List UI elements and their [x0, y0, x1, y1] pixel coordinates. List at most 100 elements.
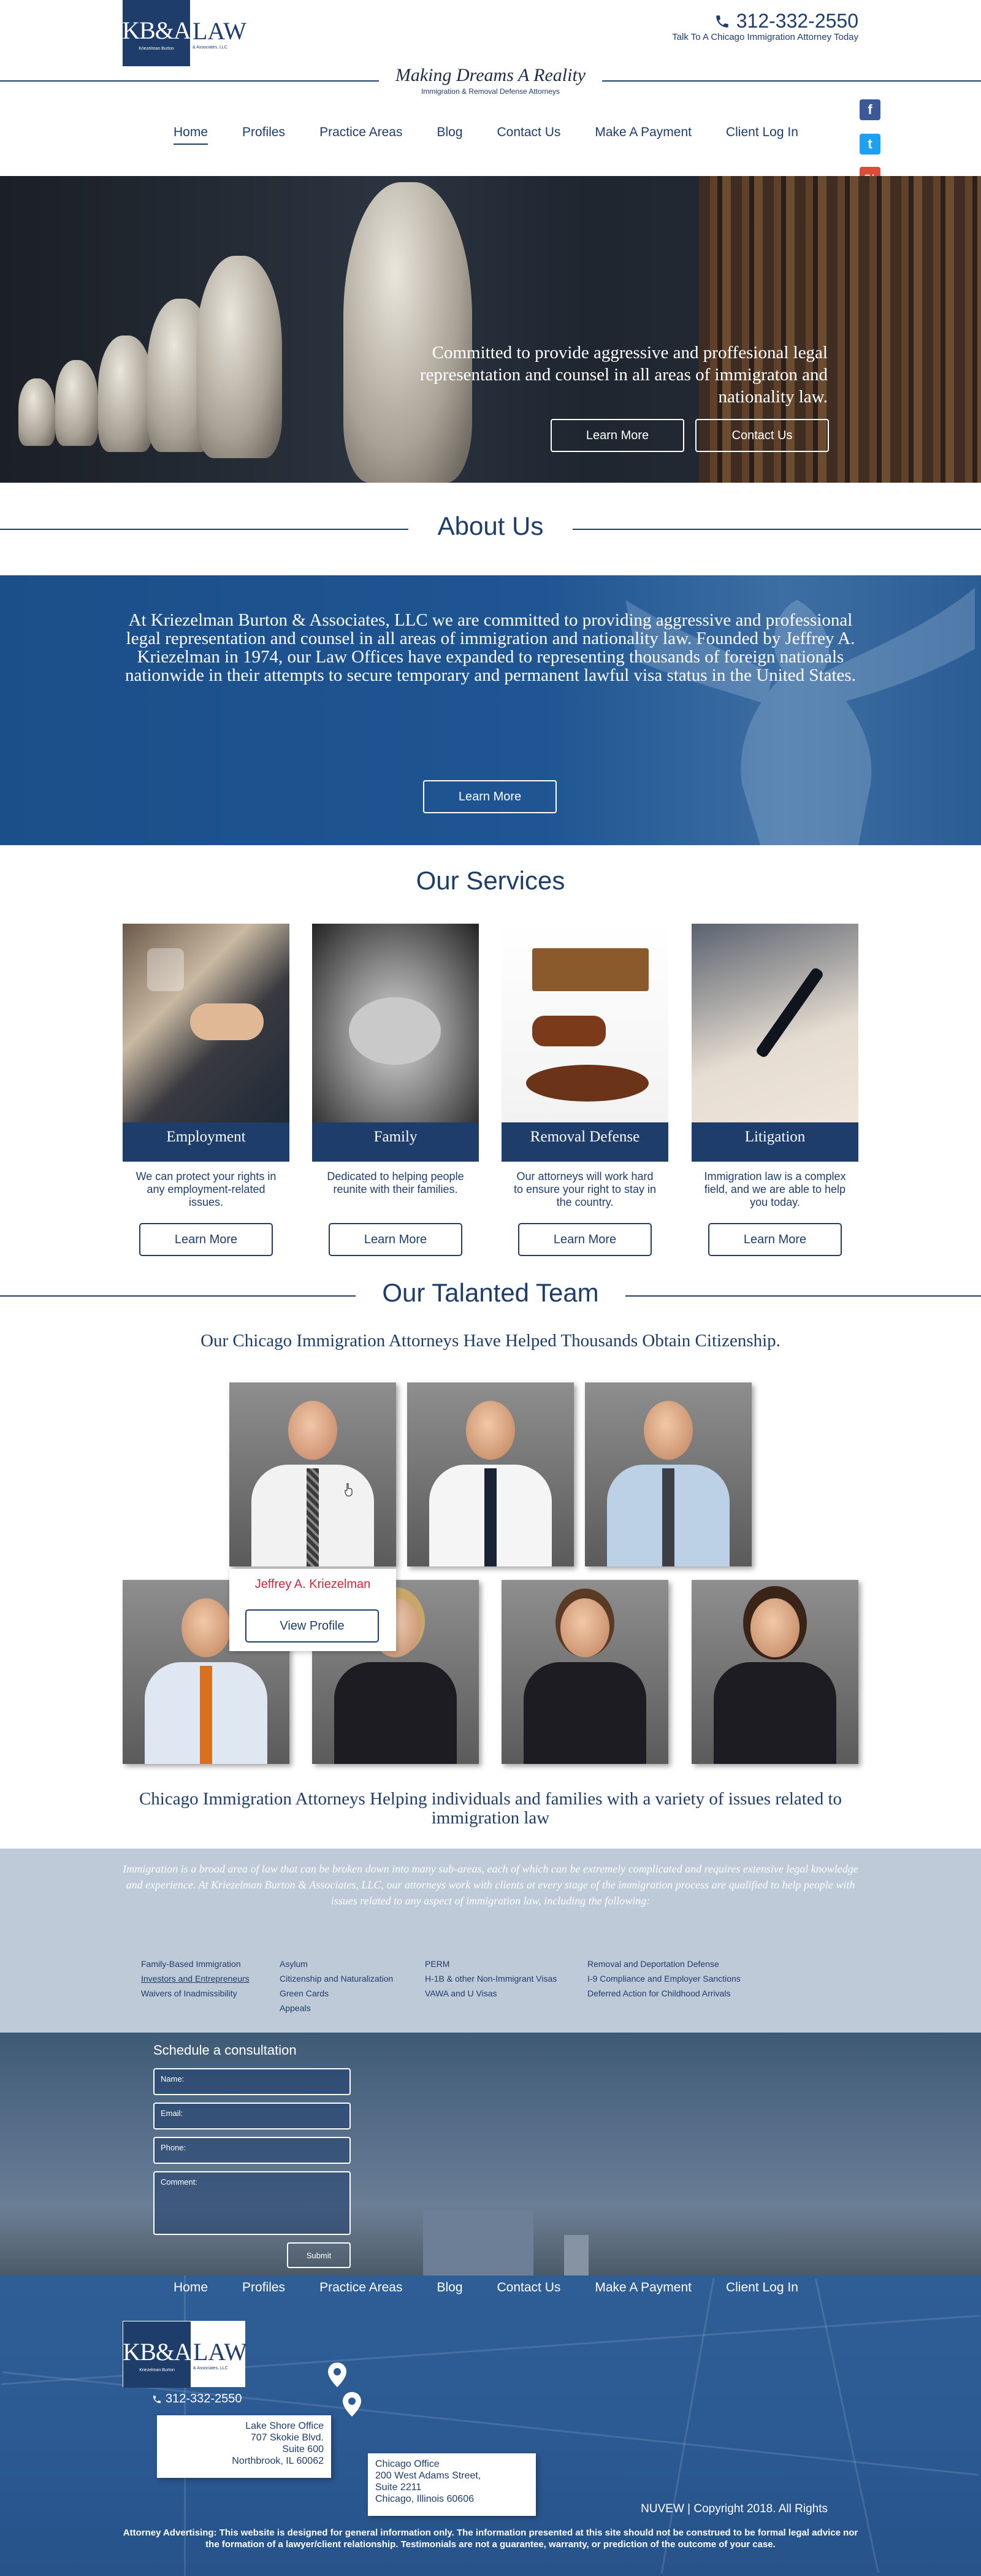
consultation-title: Schedule a consultation	[153, 2042, 297, 2058]
tagline: Making Dreams A Reality Immigration & Re…	[0, 65, 981, 96]
practice-areas-section: Immigration is a broad area of law that …	[0, 1849, 981, 2033]
nav-make-a-payment[interactable]: Make A Payment	[578, 125, 709, 140]
employment-learn-more-button[interactable]: Learn More	[139, 1223, 273, 1256]
facebook-icon[interactable]: f	[860, 99, 880, 120]
attorney-tie	[307, 1468, 319, 1566]
city-building	[564, 2235, 589, 2275]
team-subtitle: Our Chicago Immigration Attorneys Have H…	[200, 1331, 781, 1351]
header-phone-subtext: Talk To A Chicago Immigration Attorney T…	[672, 32, 858, 42]
pen-shape	[755, 966, 825, 1059]
practice-link[interactable]: Citizenship and Naturalization	[280, 1971, 393, 1986]
attorney-body	[334, 1662, 457, 1764]
tagline-subtitle: Immigration & Removal Defense Attorneys	[421, 87, 560, 96]
logo-left-subtext: Kriezelman Burton	[139, 2367, 175, 2372]
footer-nav-contact-us[interactable]: Contact Us	[480, 2280, 578, 2295]
practice-link[interactable]: Appeals	[280, 2001, 393, 2015]
litigation-learn-more-button[interactable]: Learn More	[708, 1223, 842, 1256]
practice-link[interactable]: I-9 Compliance and Employer Sanctions	[587, 1971, 741, 1986]
footer-nav-client-log-in[interactable]: Client Log In	[709, 2280, 815, 2295]
about-learn-more-button[interactable]: Learn More	[423, 780, 557, 813]
comment-field[interactable]: Comment:	[153, 2171, 351, 2235]
logo-left-text: KB&A	[123, 2337, 192, 2366]
practice-link[interactable]: VAWA and U Visas	[425, 1986, 557, 2001]
nav-blog[interactable]: Blog	[419, 125, 479, 140]
practice-link[interactable]: H-1B & other Non-Immigrant Visas	[425, 1971, 557, 1986]
email-field[interactable]: Email:	[153, 2103, 351, 2129]
practice-link[interactable]: Waivers of Inadmissibility	[141, 1986, 250, 2001]
header-phone-number: 312-332-2550	[736, 10, 858, 32]
view-profile-button[interactable]: View Profile	[245, 1609, 379, 1643]
bust-image	[55, 360, 98, 446]
practice-link[interactable]: Family-Based Immigration	[141, 1957, 250, 1971]
twitter-icon[interactable]: t	[860, 134, 880, 155]
about-title: About Us	[437, 512, 544, 540]
practice-link[interactable]: Green Cards	[280, 1986, 393, 2001]
name-field[interactable]: Name:	[153, 2068, 351, 2095]
footer-nav-blog[interactable]: Blog	[419, 2280, 479, 2295]
office-line: 707 Skokie Blvd.	[250, 2432, 324, 2443]
team-closing-text: Chicago Immigration Attorneys Helping in…	[139, 1789, 842, 1828]
practice-column-1: Family-Based Immigration Investors and E…	[141, 1957, 250, 2001]
removal-defense-learn-more-button[interactable]: Learn More	[518, 1223, 652, 1256]
hands-shape	[349, 997, 441, 1065]
bust-image	[196, 256, 282, 458]
logo-left-block: KB&A Kriezelman Burton	[123, 2321, 192, 2388]
attorney-photo[interactable]	[229, 1382, 396, 1566]
attorney-photo[interactable]	[407, 1382, 574, 1566]
nav-practice-areas[interactable]: Practice Areas	[302, 125, 419, 140]
footer-nav-home[interactable]: Home	[156, 2280, 225, 2295]
disclaimer: Attorney Advertising: This website is de…	[123, 2528, 858, 2550]
logo-left-text: KB&A	[122, 16, 191, 44]
copyright: NUVEW | Copyright 2018. All Rights	[641, 2502, 828, 2515]
family-learn-more-button[interactable]: Learn More	[329, 1223, 462, 1256]
logo-right-subtext: & Associates, LLC	[193, 45, 227, 50]
site-header: KB&A Kriezelman Burton LAW & Associates,…	[0, 0, 981, 188]
logo-right-block: LAW & Associates, LLC	[190, 0, 246, 66]
nav-profiles[interactable]: Profiles	[225, 125, 302, 140]
footer-nav-make-a-payment[interactable]: Make A Payment	[578, 2280, 709, 2295]
site-logo[interactable]: KB&A Kriezelman Burton LAW & Associates,…	[122, 0, 246, 66]
office-line: 200 West Adams Street,	[375, 2471, 481, 2481]
tagline-title: Making Dreams A Reality	[395, 65, 586, 85]
nav-home[interactable]: Home	[156, 125, 225, 145]
attorney-photo[interactable]	[502, 1580, 668, 1764]
map-pin-icon[interactable]	[343, 2392, 361, 2417]
service-card-family: Family Dedicated to helping people reuni…	[312, 924, 479, 1196]
map-pin-icon[interactable]	[328, 2363, 346, 2387]
service-card-litigation: Litigation Immigration law is a complex …	[692, 924, 858, 1209]
logo-right-block: LAW & Associates, LLC	[191, 2321, 247, 2386]
attorney-photo[interactable]	[585, 1382, 752, 1566]
header-phone[interactable]: 312-332-2550	[714, 10, 858, 33]
hero-contact-us-button[interactable]: Contact Us	[695, 419, 829, 452]
family-image	[312, 924, 479, 1122]
practice-link[interactable]: Asylum	[280, 1957, 393, 1971]
footer-nav-practice-areas[interactable]: Practice Areas	[302, 2280, 419, 2295]
office-line: Northbrook, IL 60062	[232, 2456, 324, 2466]
about-text: At Kriezelman Burton & Associates, LLC w…	[125, 610, 856, 685]
nav-contact-us[interactable]: Contact Us	[480, 125, 578, 140]
main-nav: Home Profiles Practice Areas Blog Contac…	[156, 125, 815, 145]
attorney-hover-card: Jeffrey A. Kriezelman View Profile	[229, 1569, 396, 1651]
footer-nav: Home Profiles Practice Areas Blog Contac…	[156, 2280, 815, 2295]
footer-nav-profiles[interactable]: Profiles	[225, 2280, 302, 2295]
practice-link[interactable]: Removal and Deportation Defense	[587, 1957, 741, 1971]
footer-phone[interactable]: 312-332-2550	[152, 2392, 242, 2406]
phone-field[interactable]: Phone:	[153, 2137, 351, 2164]
practice-link[interactable]: Investors and Entrepreneurs	[141, 1971, 250, 1986]
bust-image	[98, 335, 153, 452]
attorney-head	[644, 1401, 693, 1460]
hero-text: Committed to provide aggressive and prof…	[419, 343, 828, 407]
attorney-photo[interactable]	[692, 1580, 858, 1764]
phone-icon	[716, 15, 728, 28]
nav-client-log-in[interactable]: Client Log In	[709, 125, 815, 140]
practice-link[interactable]: Deferred Action for Childhood Arrivals	[587, 1986, 741, 2001]
practice-link[interactable]: PERM	[425, 1957, 557, 1971]
hero-learn-more-button[interactable]: Learn More	[551, 419, 684, 452]
team-title: Our Talanted Team	[382, 1278, 599, 1307]
attorney-head	[750, 1598, 800, 1657]
submit-button[interactable]: Submit	[287, 2242, 351, 2268]
footer-logo[interactable]: KB&A Kriezelman Burton LAW & Associates,…	[123, 2321, 247, 2388]
practice-column-3: PERM H-1B & other Non-Immigrant Visas VA…	[425, 1957, 557, 2001]
gavel-block-shape	[526, 1065, 649, 1102]
attorney-head	[288, 1401, 337, 1460]
